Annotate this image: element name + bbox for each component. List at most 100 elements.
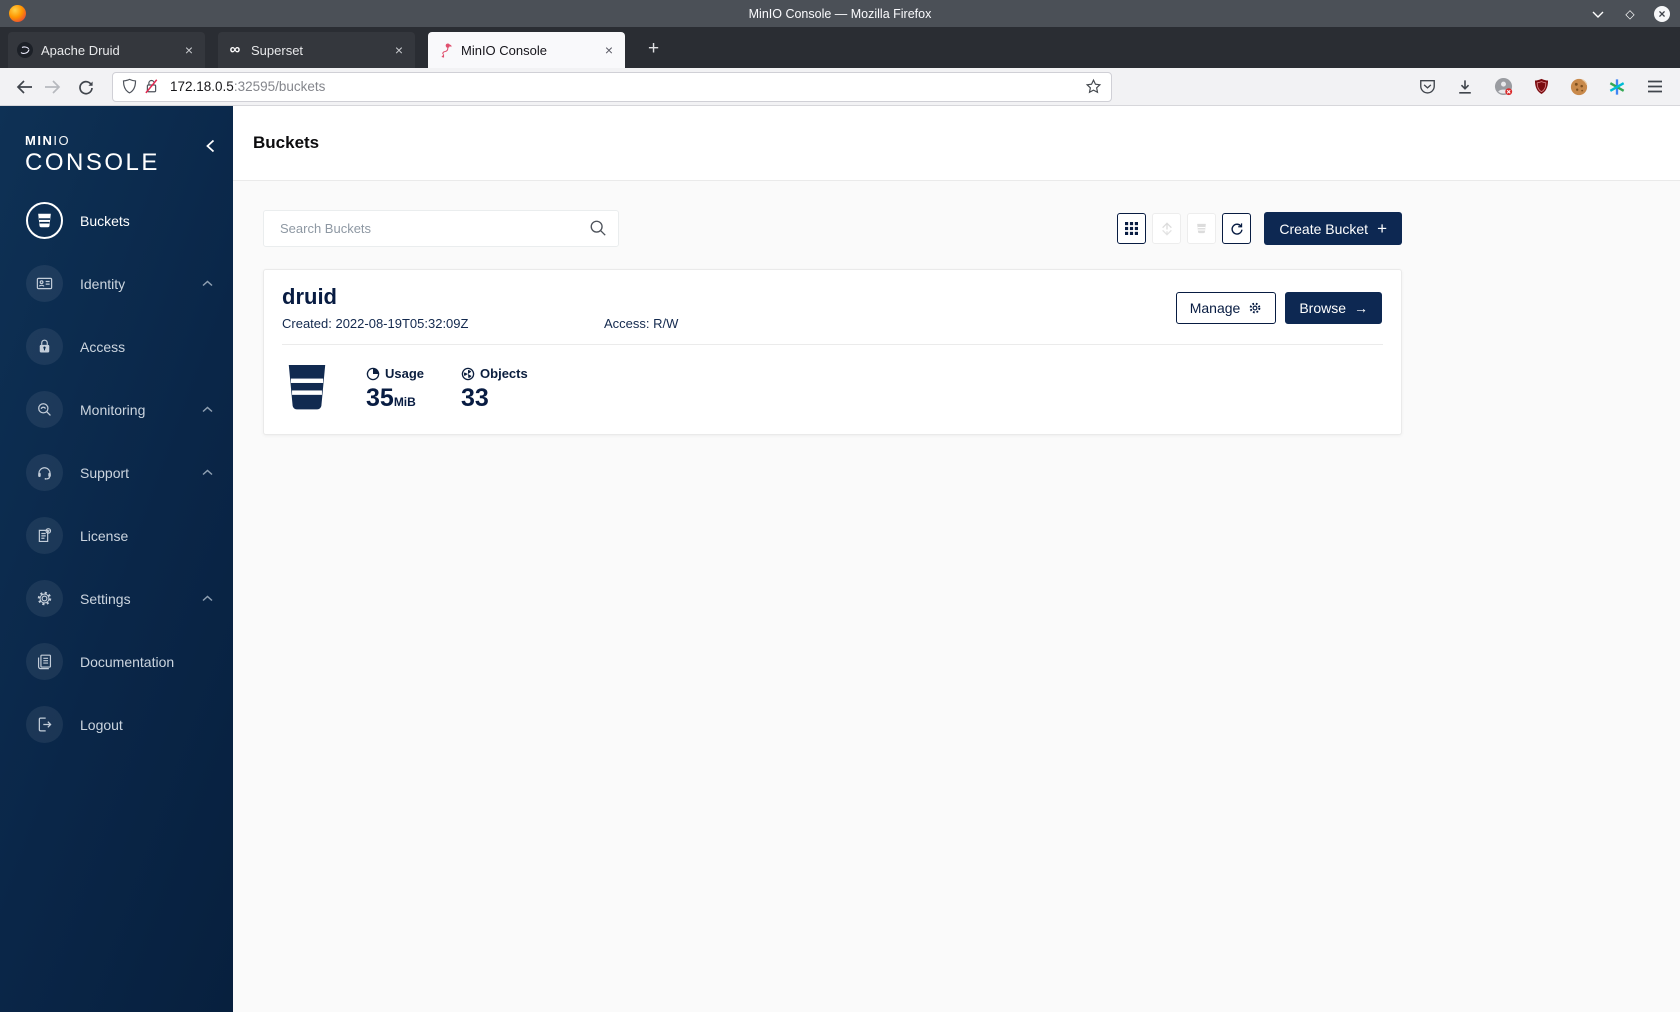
usage-label: Usage bbox=[385, 366, 425, 382]
url-path: :32595/buckets bbox=[233, 79, 326, 94]
sidebar: MINIO CONSOLE Buckets Identity Access Mo… bbox=[0, 106, 233, 1012]
manage-gear-icon bbox=[1248, 301, 1262, 315]
insecure-lock-icon[interactable] bbox=[144, 78, 159, 95]
logo-min: MIN bbox=[25, 133, 54, 148]
sidebar-item-support[interactable]: Support bbox=[0, 441, 233, 504]
lock-icon bbox=[26, 328, 63, 365]
ublock-origin-icon[interactable] bbox=[1530, 76, 1552, 98]
select-multiple-button[interactable] bbox=[1152, 213, 1182, 244]
window-minimize-icon[interactable] bbox=[1590, 6, 1606, 22]
identity-card-icon bbox=[26, 265, 63, 302]
sidebar-item-access[interactable]: Access bbox=[0, 315, 233, 378]
menu-hamburger-icon[interactable] bbox=[1644, 76, 1666, 98]
refresh-buckets-button[interactable] bbox=[1222, 213, 1252, 244]
chevron-up-icon[interactable] bbox=[202, 595, 213, 602]
bucket-created: Created: 2022-08-19T05:32:09Z bbox=[282, 316, 469, 332]
extension-disabled-icon[interactable] bbox=[1492, 76, 1514, 98]
sidebar-item-label: Support bbox=[80, 464, 130, 481]
delete-selected-buckets-button[interactable] bbox=[1187, 213, 1217, 244]
objects-value: 33 bbox=[461, 384, 489, 413]
cookie-extension-icon[interactable] bbox=[1568, 76, 1590, 98]
tab-close-icon[interactable]: × bbox=[392, 42, 406, 58]
back-button[interactable] bbox=[10, 73, 38, 101]
chevron-up-icon[interactable] bbox=[202, 469, 213, 476]
plus-icon: + bbox=[1377, 218, 1387, 238]
tab-close-icon[interactable]: × bbox=[602, 42, 616, 58]
new-tab-button[interactable]: + bbox=[638, 38, 669, 60]
sidebar-item-documentation[interactable]: Documentation bbox=[0, 630, 233, 693]
sidebar-item-label: Settings bbox=[80, 590, 131, 607]
sidebar-item-label: License bbox=[80, 527, 129, 544]
colorful-asterisk-extension-icon[interactable] bbox=[1606, 76, 1628, 98]
minio-flamingo-favicon-icon bbox=[437, 42, 453, 58]
main-content: Buckets Search Buckets Create Bucket + d… bbox=[233, 106, 1680, 1012]
bucket-large-icon bbox=[284, 362, 330, 412]
objects-metric: Objects 33 bbox=[461, 366, 528, 411]
tab-superset[interactable]: ∞ Superset × bbox=[218, 32, 415, 68]
grid-view-button[interactable] bbox=[1117, 213, 1147, 244]
url-host: 172.18.0.5 bbox=[170, 79, 234, 94]
tab-label: Superset bbox=[251, 42, 304, 58]
superset-favicon-icon: ∞ bbox=[229, 41, 241, 58]
manage-button[interactable]: Manage bbox=[1175, 292, 1277, 325]
usage-pie-icon bbox=[366, 367, 380, 381]
bucket-icon bbox=[26, 202, 63, 239]
window-maximize-icon[interactable]: ◇ bbox=[1622, 6, 1638, 22]
bookmark-star-icon[interactable] bbox=[1085, 78, 1102, 95]
sidebar-item-monitoring[interactable]: Monitoring bbox=[0, 378, 233, 441]
url-bar[interactable]: 172.18.0.5:32595/buckets bbox=[112, 71, 1112, 102]
forward-button[interactable] bbox=[38, 73, 66, 101]
tab-strip: Apache Druid × ∞ Superset × MinIO Consol… bbox=[0, 27, 1680, 68]
sidebar-item-buckets[interactable]: Buckets bbox=[0, 189, 233, 252]
sidebar-item-label: Identity bbox=[80, 275, 126, 292]
arrow-right-icon: → bbox=[1354, 300, 1368, 317]
tab-apache-druid[interactable]: Apache Druid × bbox=[8, 32, 205, 68]
sidebar-collapse-icon[interactable] bbox=[206, 139, 215, 153]
window-title: MinIO Console — Mozilla Firefox bbox=[748, 6, 932, 21]
bucket-access: Access: R/W bbox=[604, 316, 679, 332]
druid-favicon-icon bbox=[17, 42, 33, 58]
sidebar-item-license[interactable]: License bbox=[0, 504, 233, 567]
logo-io: IO bbox=[53, 133, 71, 148]
browse-label: Browse bbox=[1299, 300, 1346, 317]
logo-console: CONSOLE bbox=[25, 149, 160, 176]
tab-close-icon[interactable]: × bbox=[182, 42, 196, 58]
sidebar-item-settings[interactable]: Settings bbox=[0, 567, 233, 630]
sidebar-item-label: Access bbox=[80, 338, 126, 355]
browse-button[interactable]: Browse → bbox=[1285, 292, 1382, 325]
url-text[interactable]: 172.18.0.5:32595/buckets bbox=[170, 79, 1085, 94]
sidebar-item-logout[interactable]: Logout bbox=[0, 693, 233, 756]
usage-metric: Usage 35MiB bbox=[366, 366, 424, 411]
monitoring-magnifier-icon bbox=[26, 391, 63, 428]
support-headset-icon bbox=[26, 454, 63, 491]
window-close-icon[interactable]: × bbox=[1654, 5, 1670, 22]
usage-value: 35 bbox=[366, 384, 394, 413]
manage-label: Manage bbox=[1189, 300, 1241, 317]
objects-fan-icon bbox=[461, 367, 475, 381]
create-bucket-button[interactable]: Create Bucket + bbox=[1264, 212, 1402, 245]
sidebar-item-identity[interactable]: Identity bbox=[0, 252, 233, 315]
search-buckets-input[interactable] bbox=[263, 210, 619, 247]
chevron-up-icon[interactable] bbox=[202, 280, 213, 287]
tab-minio-console[interactable]: MinIO Console × bbox=[428, 32, 625, 68]
license-document-icon bbox=[26, 517, 63, 554]
sidebar-item-label: Documentation bbox=[80, 653, 175, 670]
shield-icon[interactable] bbox=[122, 78, 137, 95]
usage-unit: MiB bbox=[393, 395, 416, 410]
buckets-toolbar: Create Bucket + bbox=[263, 210, 1402, 247]
page-title: Buckets bbox=[253, 133, 320, 152]
sidebar-item-label: Buckets bbox=[80, 212, 130, 229]
documentation-icon bbox=[26, 643, 63, 680]
gear-icon bbox=[26, 580, 63, 617]
bucket-name[interactable]: druid bbox=[282, 284, 678, 309]
pocket-icon[interactable] bbox=[1416, 76, 1438, 98]
sidebar-item-label: Monitoring bbox=[80, 401, 146, 418]
tab-label: MinIO Console bbox=[461, 42, 547, 58]
minio-logo: MINIO CONSOLE bbox=[0, 106, 233, 177]
reload-button[interactable] bbox=[72, 73, 100, 101]
bucket-card-druid[interactable]: druid Created: 2022-08-19T05:32:09Z Acce… bbox=[263, 269, 1402, 436]
downloads-icon[interactable] bbox=[1454, 76, 1476, 98]
window-titlebar: MinIO Console — Mozilla Firefox ◇ × bbox=[0, 0, 1680, 27]
logout-icon bbox=[26, 706, 63, 743]
chevron-up-icon[interactable] bbox=[202, 406, 213, 413]
